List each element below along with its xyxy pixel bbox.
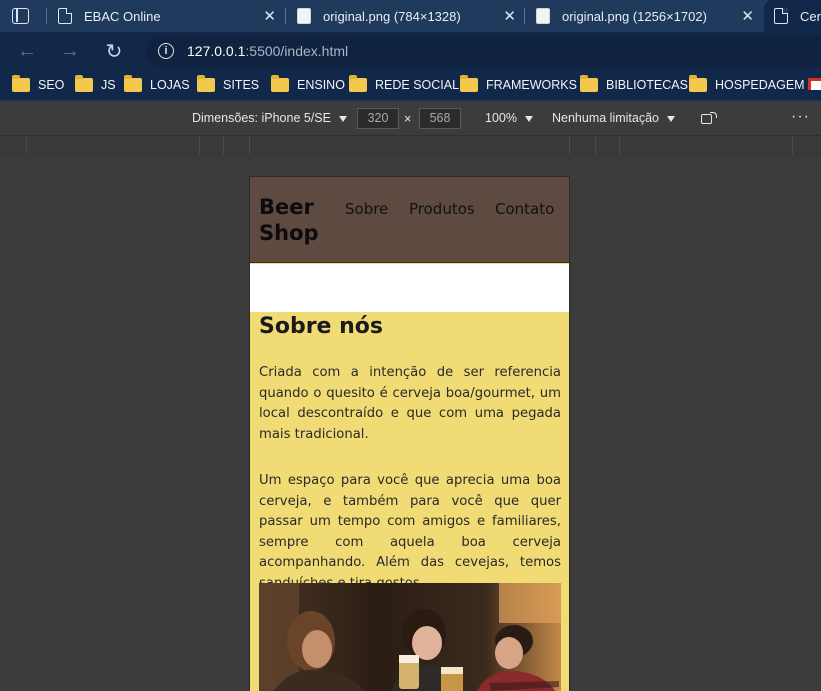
tab-title: original.png (784×1328) [323, 8, 461, 24]
page-icon [774, 8, 788, 24]
tab-separator [285, 8, 286, 24]
bookmarks-bar: SEO JS LOJAS SITES ENSINO REDE SOCIAL FR… [0, 70, 821, 101]
bookmark-label: JS [101, 78, 116, 92]
bookmark-sites[interactable]: SITES [197, 75, 259, 95]
ruler-segment [0, 136, 27, 154]
close-tab-icon[interactable]: ✕ [263, 7, 276, 25]
site-info-icon[interactable]: i [158, 43, 174, 59]
bookmark-label: BIBLIOTECAS [606, 78, 688, 92]
about-paragraph-2: Um espaço para você que aprecia uma boa … [259, 473, 561, 591]
nav-link-produtos[interactable]: Produtos [409, 200, 475, 218]
bookmark-js[interactable]: JS [75, 75, 116, 95]
tab-active-cerv[interactable]: Cerv [764, 0, 821, 32]
page-icon [58, 8, 72, 24]
nav-link-sobre[interactable]: Sobre [345, 200, 388, 218]
ruler-segment [250, 136, 570, 154]
ruler-segment [570, 136, 596, 154]
section-title: Sobre nós [259, 314, 384, 339]
device-toolbar: Dimensões: iPhone 5/SE 320 × 568 100% Ne… [0, 102, 821, 136]
bookmark-label: REDE SOCIAL [375, 78, 460, 92]
bookmark-frameworks[interactable]: FRAMEWORKS [460, 75, 577, 95]
tab-original-png-2[interactable]: original.png (1256×1702) ✕ [526, 0, 762, 32]
reload-icon[interactable]: ↻ [101, 38, 127, 64]
image-icon [536, 8, 550, 24]
ruler-segment [224, 136, 250, 154]
gmail-icon[interactable] [808, 78, 821, 90]
forward-arrow-icon[interactable]: → [57, 38, 83, 64]
ruler-segment [200, 136, 224, 154]
bookmark-hospedagem[interactable]: HOSPEDAGEM [689, 75, 805, 95]
tab-title: Cerv [800, 8, 821, 24]
bookmark-label: ENSINO [297, 78, 345, 92]
site-logo[interactable]: Beer Shop [259, 194, 329, 246]
address-bar[interactable]: i 127.0.0.1:5500/index.html [146, 35, 821, 67]
bookmark-label: SEO [38, 78, 65, 92]
folder-icon [349, 75, 367, 92]
ruler-segment [596, 136, 620, 154]
nav-link-contato[interactable]: Contato [495, 200, 554, 218]
dimension-separator: × [404, 112, 412, 126]
viewport-width-input[interactable]: 320 [357, 108, 399, 129]
about-paragraph-1: Criada com a intenção de ser referencia … [259, 365, 561, 442]
close-tab-icon[interactable]: ✕ [741, 7, 754, 25]
folder-icon [689, 75, 707, 92]
image-icon [297, 8, 311, 24]
photo-illustration [259, 583, 561, 691]
folder-icon [460, 75, 478, 92]
tab-original-png-1[interactable]: original.png (784×1328) ✕ [287, 0, 524, 32]
url-text[interactable]: 127.0.0.1:5500/index.html [187, 43, 348, 59]
site-header: Beer Shop Sobre Produtos Contato [250, 177, 569, 263]
tab-actions-icon[interactable] [12, 8, 29, 24]
bookmark-rede-social[interactable]: REDE SOCIAL [349, 75, 459, 95]
bookmark-label: SITES [223, 78, 260, 92]
device-label: Dimensões: iPhone 5/SE [192, 111, 331, 125]
tab-separator [524, 8, 525, 24]
folder-icon [124, 75, 142, 92]
tab-ebac-online[interactable]: EBAC Online ✕ [48, 0, 284, 32]
bookmark-seo[interactable]: SEO [12, 75, 64, 95]
browser-toolbar: ← → ↻ i 127.0.0.1:5500/index.html [0, 32, 821, 70]
device-viewport: Beer Shop Sobre Produtos Contato Sobre n… [249, 176, 570, 691]
folder-icon [580, 75, 598, 92]
ruler-segment [620, 136, 793, 154]
dropdown-caret-icon [524, 115, 533, 122]
rotate-icon[interactable] [701, 112, 717, 126]
zoom-label: 100% [485, 111, 517, 125]
ruler-segment [27, 136, 200, 154]
bookmark-ensino[interactable]: ENSINO [271, 75, 345, 95]
tab-title: EBAC Online [84, 8, 161, 24]
tab-separator [46, 8, 47, 24]
browser-tab-strip: EBAC Online ✕ original.png (784×1328) ✕ … [0, 0, 821, 32]
throttle-label: Nenhuma limitação [552, 111, 659, 125]
url-host: 127.0.0.1 [187, 43, 246, 59]
url-path: :5500/index.html [245, 43, 349, 59]
bar-friends-photo [259, 583, 561, 691]
bookmark-label: LOJAS [150, 78, 190, 92]
hero-banner [250, 264, 569, 312]
back-arrow-icon[interactable]: ← [14, 38, 40, 64]
folder-icon [197, 75, 215, 92]
bookmark-bibliotecas[interactable]: BIBLIOTECAS [580, 75, 688, 95]
dropdown-caret-icon [667, 115, 675, 122]
viewport-height-input[interactable]: 568 [419, 108, 461, 129]
bookmark-lojas[interactable]: LOJAS [124, 75, 190, 95]
device-select[interactable]: Dimensões: iPhone 5/SE [192, 111, 347, 125]
bookmark-label: FRAMEWORKS [486, 78, 577, 92]
folder-icon [75, 75, 93, 92]
bookmark-label: HOSPEDAGEM [715, 78, 805, 92]
throttle-select[interactable]: Nenhuma limitação [552, 111, 675, 125]
dropdown-caret-icon [338, 115, 347, 122]
folder-icon [271, 75, 289, 92]
zoom-select[interactable]: 100% [485, 111, 533, 125]
folder-icon [12, 75, 30, 92]
more-options-icon[interactable]: ··· [791, 108, 810, 126]
close-tab-icon[interactable]: ✕ [503, 7, 516, 25]
media-query-ruler [0, 136, 821, 154]
tab-title: original.png (1256×1702) [562, 8, 707, 24]
